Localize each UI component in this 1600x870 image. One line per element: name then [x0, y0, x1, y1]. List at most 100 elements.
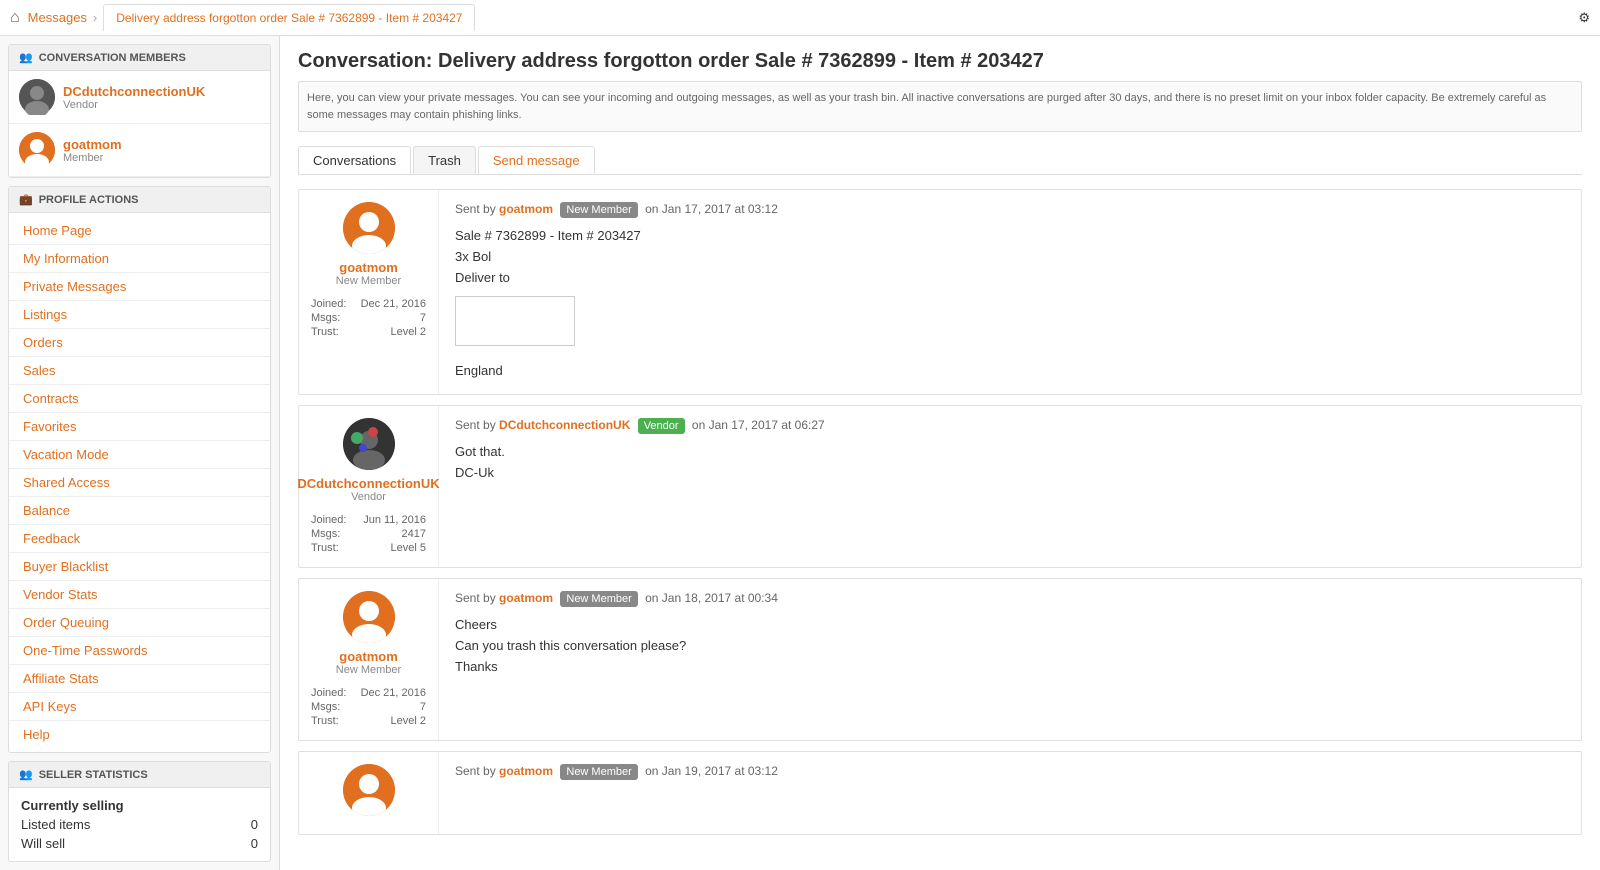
seller-stats-content: Currently selling Listed items 0 Will se… — [9, 788, 270, 861]
link-orders[interactable]: Orders — [9, 331, 270, 354]
top-nav-right: ⚙ — [1578, 10, 1590, 26]
link-favorites[interactable]: Favorites — [9, 415, 270, 438]
message-header-4: Sent by goatmom New Member on Jan 19, 20… — [455, 764, 1565, 780]
message-header-2: Sent by DCdutchconnectionUK Vendor on Ja… — [455, 418, 1565, 434]
msg3-sender-link[interactable]: goatmom — [499, 591, 553, 605]
main-layout: 👥 CONVERSATION MEMBERS DCdutchconnection… — [0, 36, 1600, 870]
sidebar: 👥 CONVERSATION MEMBERS DCdutchconnection… — [0, 36, 280, 870]
profile-actions-header: 💼 PROFILE ACTIONS — [9, 187, 270, 213]
sender-avatar-4 — [343, 764, 395, 816]
msg1-badge: New Member — [560, 202, 637, 218]
sender-role-1: New Member — [336, 275, 401, 287]
tab-conversations[interactable]: Conversations — [298, 146, 411, 174]
link-shared-access[interactable]: Shared Access — [9, 471, 270, 494]
settings-icon[interactable]: ⚙ — [1578, 10, 1590, 25]
link-help[interactable]: Help — [9, 723, 270, 746]
page-title: Conversation: Delivery address forgotton… — [298, 50, 1582, 73]
message-body-3: Sent by goatmom New Member on Jan 18, 20… — [439, 579, 1581, 740]
sender-name-2[interactable]: DCdutchconnectionUK — [297, 476, 439, 491]
sender-role-3: New Member — [336, 664, 401, 676]
msg4-sender-link[interactable]: goatmom — [499, 764, 553, 778]
message-body-4: Sent by goatmom New Member on Jan 19, 20… — [439, 752, 1581, 834]
active-tab-label: Delivery address forgotton order Sale # … — [103, 4, 475, 31]
message-card-4: Sent by goatmom New Member on Jan 19, 20… — [298, 751, 1582, 835]
link-order-queuing[interactable]: Order Queuing — [9, 611, 270, 634]
message-header-3: Sent by goatmom New Member on Jan 18, 20… — [455, 591, 1565, 607]
link-feedback[interactable]: Feedback — [9, 527, 270, 550]
message-body-2: Sent by DCdutchconnectionUK Vendor on Ja… — [439, 406, 1581, 567]
sender-meta-2: Joined:Jun 11, 2016 Msgs:2417 Trust:Leve… — [311, 513, 426, 555]
message-card-2: DCdutchconnectionUK Vendor Joined:Jun 11… — [298, 405, 1582, 568]
msg4-badge: New Member — [560, 764, 637, 780]
member-avatar — [19, 132, 55, 168]
link-private-messages[interactable]: Private Messages — [9, 275, 270, 298]
seller-statistics-section: 👥 SELLER STATISTICS Currently selling Li… — [8, 761, 271, 862]
link-sales[interactable]: Sales — [9, 359, 270, 382]
currently-selling-label: Currently selling — [21, 796, 258, 815]
sender-meta-1: Joined:Dec 21, 2016 Msgs:7 Trust:Level 2 — [311, 297, 426, 339]
member-name[interactable]: goatmom — [63, 137, 122, 152]
message-header-1: Sent by goatmom New Member on Jan 17, 20… — [455, 202, 1565, 218]
messages-nav-link[interactable]: Messages — [28, 10, 87, 25]
member-item-vendor: DCdutchconnectionUK Vendor — [9, 71, 270, 124]
sender-panel-2: DCdutchconnectionUK Vendor Joined:Jun 11… — [299, 406, 439, 567]
tab-trash[interactable]: Trash — [413, 146, 476, 174]
sender-avatar-2 — [343, 418, 395, 470]
seller-icon: 👥 — [19, 768, 33, 781]
members-icon: 👥 — [19, 51, 33, 64]
sender-panel-1: goatmom New Member Joined:Dec 21, 2016 M… — [299, 190, 439, 394]
sender-role-2: Vendor — [351, 491, 386, 503]
home-icon[interactable]: ⌂ — [10, 9, 20, 27]
conversation-members-section: 👥 CONVERSATION MEMBERS DCdutchconnection… — [8, 44, 271, 178]
msg2-badge: Vendor — [638, 418, 685, 434]
vendor-role: Vendor — [63, 99, 205, 111]
message-text-3: Cheers Can you trash this conversation p… — [455, 615, 1565, 677]
link-listings[interactable]: Listings — [9, 303, 270, 326]
page-description: Here, you can view your private messages… — [298, 81, 1582, 132]
sender-name-3[interactable]: goatmom — [339, 649, 398, 664]
msg3-badge: New Member — [560, 591, 637, 607]
link-buyer-blacklist[interactable]: Buyer Blacklist — [9, 555, 270, 578]
member-info: goatmom Member — [63, 137, 122, 164]
msg1-sender-link[interactable]: goatmom — [499, 202, 553, 216]
address-box — [455, 296, 575, 346]
message-body-1: Sent by goatmom New Member on Jan 17, 20… — [439, 190, 1581, 394]
message-text-2: Got that. DC-Uk — [455, 442, 1565, 484]
profile-icon: 💼 — [19, 193, 33, 206]
member-role: Member — [63, 152, 122, 164]
sender-avatar-1 — [343, 202, 395, 254]
sender-meta-3: Joined:Dec 21, 2016 Msgs:7 Trust:Level 2 — [311, 686, 426, 728]
profile-actions-list: Home Page My Information Private Message… — [9, 213, 270, 752]
will-sell-row: Will sell 0 — [21, 834, 258, 853]
link-home-page[interactable]: Home Page — [9, 219, 270, 242]
vendor-info: DCdutchconnectionUK Vendor — [63, 84, 205, 111]
tabs-bar: Conversations Trash Send message — [298, 146, 1582, 175]
link-api-keys[interactable]: API Keys — [9, 695, 270, 718]
sender-avatar-3 — [343, 591, 395, 643]
member-item-member: goatmom Member — [9, 124, 270, 177]
seller-stats-header: 👥 SELLER STATISTICS — [9, 762, 270, 788]
profile-actions-section: 💼 PROFILE ACTIONS Home Page My Informati… — [8, 186, 271, 753]
link-balance[interactable]: Balance — [9, 499, 270, 522]
link-affiliate-stats[interactable]: Affiliate Stats — [9, 667, 270, 690]
conversation-members-header: 👥 CONVERSATION MEMBERS — [9, 45, 270, 71]
message-card-1: goatmom New Member Joined:Dec 21, 2016 M… — [298, 189, 1582, 395]
link-contracts[interactable]: Contracts — [9, 387, 270, 410]
nav-separator: › — [93, 10, 97, 25]
message-card-3: goatmom New Member Joined:Dec 21, 2016 M… — [298, 578, 1582, 741]
message-text-1: Sale # 7362899 - Item # 203427 3x Bol De… — [455, 226, 1565, 382]
vendor-avatar — [19, 79, 55, 115]
sender-name-1[interactable]: goatmom — [339, 260, 398, 275]
top-nav: ⌂ Messages › Delivery address forgotton … — [0, 0, 1600, 36]
link-my-information[interactable]: My Information — [9, 247, 270, 270]
link-vendor-stats[interactable]: Vendor Stats — [9, 583, 270, 606]
link-vacation-mode[interactable]: Vacation Mode — [9, 443, 270, 466]
vendor-name[interactable]: DCdutchconnectionUK — [63, 84, 205, 99]
listed-items-row: Listed items 0 — [21, 815, 258, 834]
tab-send-message[interactable]: Send message — [478, 146, 595, 174]
msg2-sender-link[interactable]: DCdutchconnectionUK — [499, 418, 630, 432]
sender-panel-4 — [299, 752, 439, 834]
sender-panel-3: goatmom New Member Joined:Dec 21, 2016 M… — [299, 579, 439, 740]
link-otp[interactable]: One-Time Passwords — [9, 639, 270, 662]
main-content: Conversation: Delivery address forgotton… — [280, 36, 1600, 870]
